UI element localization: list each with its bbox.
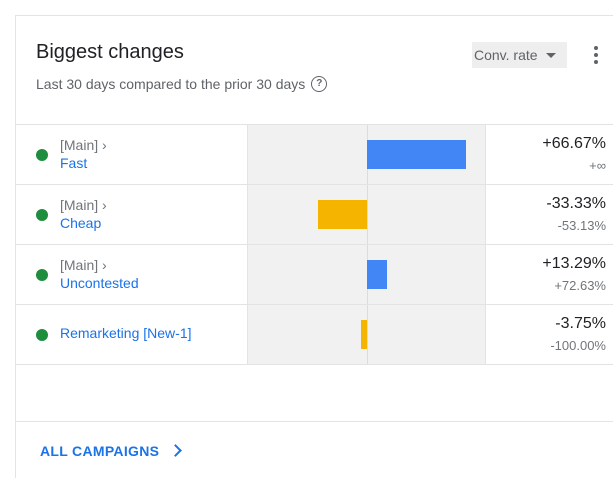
change-values: +13.29% +72.63%	[486, 245, 606, 304]
change-bar	[317, 200, 367, 229]
campaign-parent: [Main] ›	[60, 197, 107, 213]
campaign-cell: Remarketing [New-1]	[16, 305, 248, 364]
secondary-change: -100.00%	[550, 338, 606, 353]
dropdown-arrow-icon	[545, 52, 556, 58]
campaign-link[interactable]: Uncontested	[60, 275, 139, 291]
table-row: Remarketing [New-1] -3.75% -100.00%	[16, 305, 613, 365]
primary-change: -3.75%	[555, 315, 606, 332]
primary-change: +13.29%	[542, 255, 606, 272]
table-row: [Main] › Fast +66.67% +∞	[16, 125, 613, 185]
campaign-parent: [Main] ›	[60, 257, 107, 273]
primary-change: -33.33%	[546, 195, 606, 212]
help-circle-icon[interactable]: ?	[311, 76, 328, 92]
change-values: +66.67% +∞	[486, 125, 606, 184]
change-values: -3.75% -100.00%	[486, 305, 606, 364]
subtitle-text: Last 30 days compared to the prior 30 da…	[36, 76, 306, 92]
zero-axis	[367, 305, 368, 364]
change-bar	[361, 320, 367, 349]
campaign-link[interactable]: Fast	[60, 155, 87, 171]
status-dot-icon	[36, 329, 48, 341]
campaign-cell: [Main] › Uncontested	[16, 245, 248, 304]
metric-dropdown[interactable]: Conv. rate	[472, 42, 567, 68]
campaign-cell: [Main] › Fast	[16, 125, 248, 184]
change-bar-cell	[248, 125, 486, 184]
change-bar	[367, 260, 387, 289]
secondary-change: +72.63%	[554, 278, 606, 293]
metric-dropdown-label: Conv. rate	[474, 47, 538, 63]
card-footer: ALL CAMPAIGNS	[16, 421, 613, 459]
change-bar-cell	[248, 245, 486, 304]
secondary-change: -53.13%	[557, 218, 606, 233]
more-vertical-icon[interactable]	[592, 42, 600, 68]
campaign-cell: [Main] › Cheap	[16, 185, 248, 244]
change-bar	[367, 140, 466, 169]
zero-axis	[367, 185, 368, 244]
primary-change: +66.67%	[542, 135, 606, 152]
chevron-right-icon[interactable]	[169, 444, 182, 457]
change-values: -33.33% -53.13%	[486, 185, 606, 244]
campaign-parent: [Main] ›	[60, 137, 107, 153]
changes-table: [Main] › Fast +66.67% +∞ [Main] › Cheap	[16, 124, 613, 365]
card-subtitle: Last 30 days compared to the prior 30 da…	[36, 76, 328, 92]
table-row: [Main] › Uncontested +13.29% +72.63%	[16, 245, 613, 305]
card-title: Biggest changes	[36, 41, 184, 63]
all-campaigns-link[interactable]: ALL CAMPAIGNS	[40, 443, 159, 459]
biggest-changes-card: Biggest changes Last 30 days compared to…	[15, 15, 613, 478]
status-dot-icon	[36, 209, 48, 221]
table-row: [Main] › Cheap -33.33% -53.13%	[16, 185, 613, 245]
secondary-change: +∞	[589, 158, 606, 173]
campaign-link[interactable]: Cheap	[60, 215, 101, 231]
change-bar-cell	[248, 305, 486, 364]
status-dot-icon	[36, 149, 48, 161]
campaign-link[interactable]: Remarketing [New-1]	[60, 325, 192, 341]
status-dot-icon	[36, 269, 48, 281]
change-bar-cell	[248, 185, 486, 244]
